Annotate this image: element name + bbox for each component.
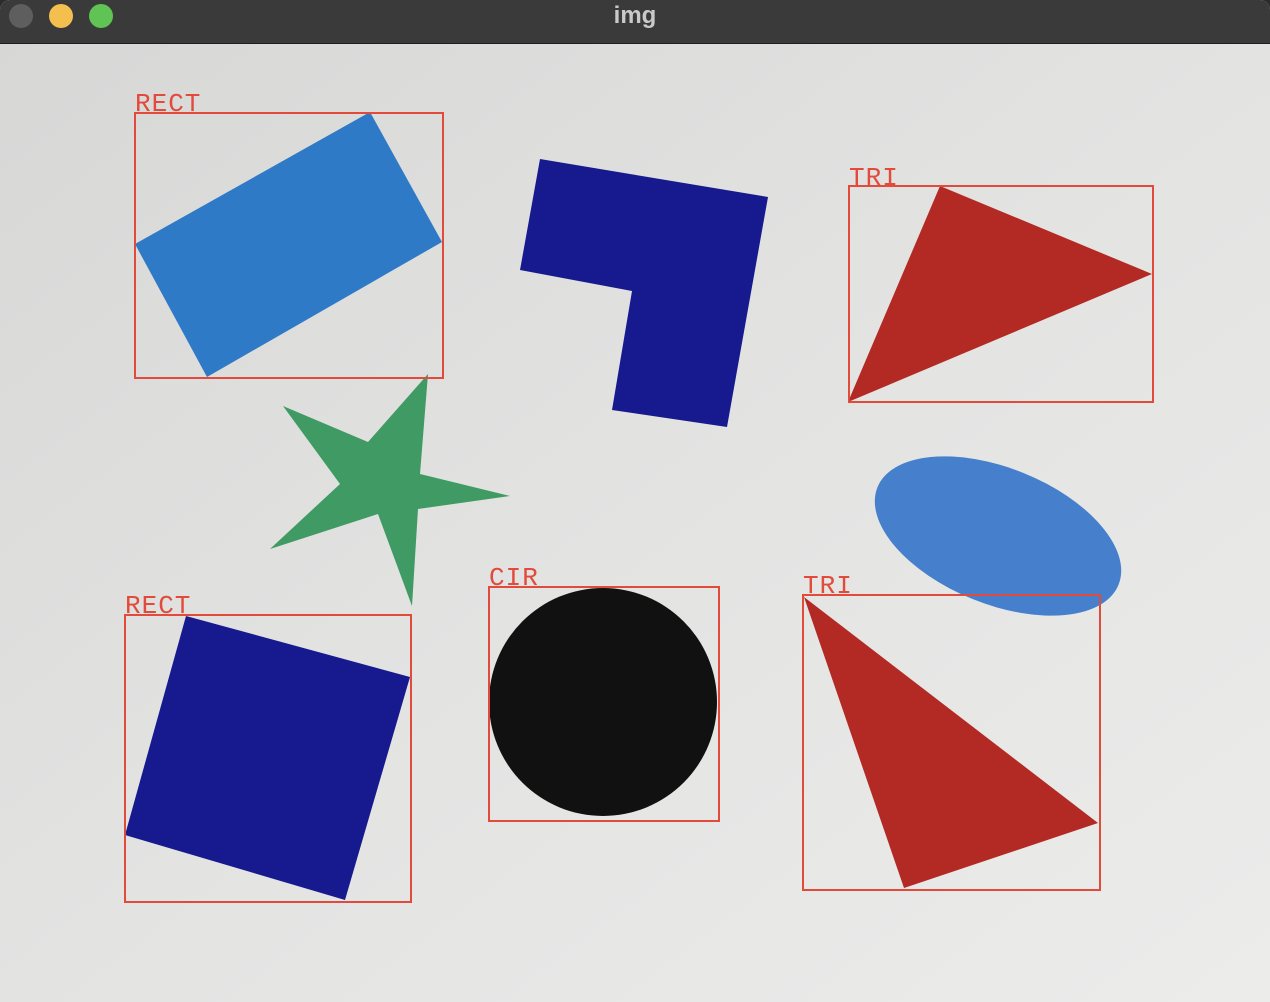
detection-label-rect-2: RECT [125,591,191,621]
image-window: img RECT TRI RECT CIR TRI [0,0,1270,1002]
detection-image: RECT TRI RECT CIR TRI [0,44,1270,1002]
detection-label-tri-2: TRI [803,571,853,601]
title-bar[interactable]: img [0,0,1270,44]
image-canvas: RECT TRI RECT CIR TRI [0,44,1270,1002]
detection-label-rect-1: RECT [135,89,201,119]
black-circle-shape [489,588,717,816]
window-title: img [613,2,657,29]
detection-label-cir: CIR [489,563,539,593]
detection-label-tri-1: TRI [849,163,899,193]
